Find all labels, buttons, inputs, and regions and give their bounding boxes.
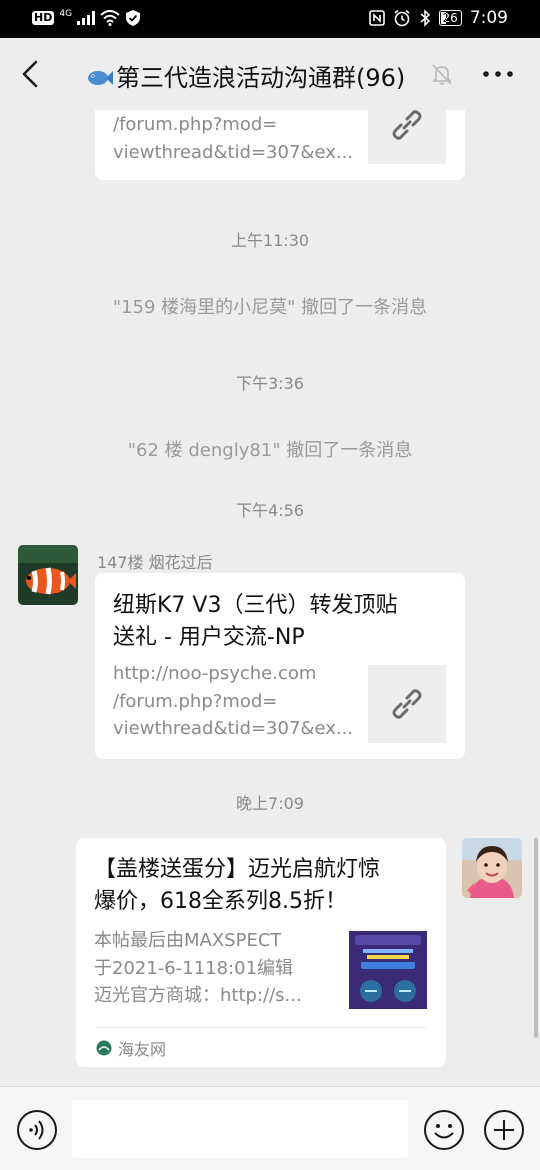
link-card[interactable]: 纽斯K7 V3（三代）转发顶贴 送礼 - 用户交流-NP http://noo-… <box>95 573 465 759</box>
clownfish-avatar-icon <box>18 545 78 605</box>
scrollbar[interactable] <box>534 838 538 1038</box>
link-thumbnail <box>368 665 446 743</box>
link-thumbnail <box>368 110 446 164</box>
mute-bell-icon <box>432 64 452 85</box>
battery-level: 26 <box>442 11 458 25</box>
voice-input-icon[interactable] <box>16 1109 58 1151</box>
link-card-url: /forum.php?mod= viewthread&tid=307&ex... <box>113 114 354 163</box>
message-input[interactable] <box>72 1100 408 1158</box>
article-thumbnail <box>349 931 427 1009</box>
chat-message-list[interactable]: /forum.php?mod= viewthread&tid=307&ex...… <box>0 110 540 1086</box>
emoji-icon[interactable] <box>423 1109 465 1151</box>
timestamp: 下午3:36 <box>236 374 304 393</box>
recall-notice: "159 楼海里的小尼莫" 撤回了一条消息 <box>112 297 428 318</box>
signal-icon <box>77 11 96 25</box>
article-card[interactable]: 【盖楼送蛋分】迈光启航灯惊 爆价，618全系列8.5折！ 本帖最后由MAXSPE… <box>76 838 446 1067</box>
avatar[interactable] <box>462 838 522 898</box>
chat-title: 第三代造浪活动沟通群(96) <box>86 58 426 93</box>
alarm-icon <box>394 9 410 27</box>
article-source: 海友网 <box>96 1027 426 1067</box>
link-icon <box>392 689 422 719</box>
recall-notice: "62 楼 dengly81" 撤回了一条消息 <box>127 440 413 461</box>
article-card-title: 【盖楼送蛋分】迈光启航灯惊 爆价，618全系列8.5折！ <box>94 857 381 914</box>
more-options-icon[interactable] <box>478 60 518 88</box>
status-bar: HD 4G 26 7:09 <box>0 0 540 38</box>
chat-title-text: 第三代造浪活动沟通群(96) <box>116 64 406 92</box>
link-card-url: http://noo-psyche.com /forum.php?mod= vi… <box>113 663 354 739</box>
product-banner-image <box>349 931 427 1009</box>
shield-icon <box>126 10 141 26</box>
source-logo-icon <box>96 1040 112 1055</box>
status-time: 7:09 <box>469 8 508 28</box>
input-bar <box>0 1086 540 1170</box>
link-card[interactable]: /forum.php?mod= viewthread&tid=307&ex... <box>95 110 465 180</box>
battery-icon: 26 <box>438 10 462 26</box>
timestamp: 晚上7:09 <box>236 794 304 813</box>
sender-name: 147楼 烟花过后 <box>97 553 213 572</box>
link-card-title: 纽斯K7 V3（三代）转发顶贴 送礼 - 用户交流-NP <box>113 593 398 650</box>
article-source-name: 海友网 <box>118 1039 167 1059</box>
back-arrow-icon[interactable] <box>14 54 48 94</box>
timestamp: 下午4:56 <box>236 501 304 520</box>
child-photo-avatar-icon <box>462 838 522 898</box>
fish-emoji-icon <box>88 71 113 85</box>
link-icon <box>392 110 422 140</box>
timestamp: 上午11:30 <box>230 231 310 250</box>
avatar[interactable] <box>18 545 78 605</box>
article-card-summary: 本帖最后由MAXSPECT 于2021-6-1118:01编辑 迈光官方商城：h… <box>94 930 302 1006</box>
hd-badge: HD <box>32 11 55 25</box>
nfc-icon <box>368 10 385 26</box>
wifi-icon <box>100 10 120 26</box>
network-type: 4G <box>59 9 73 19</box>
add-more-icon[interactable] <box>483 1109 525 1151</box>
chat-header: 第三代造浪活动沟通群(96) <box>0 38 540 110</box>
bluetooth-icon <box>420 9 430 27</box>
